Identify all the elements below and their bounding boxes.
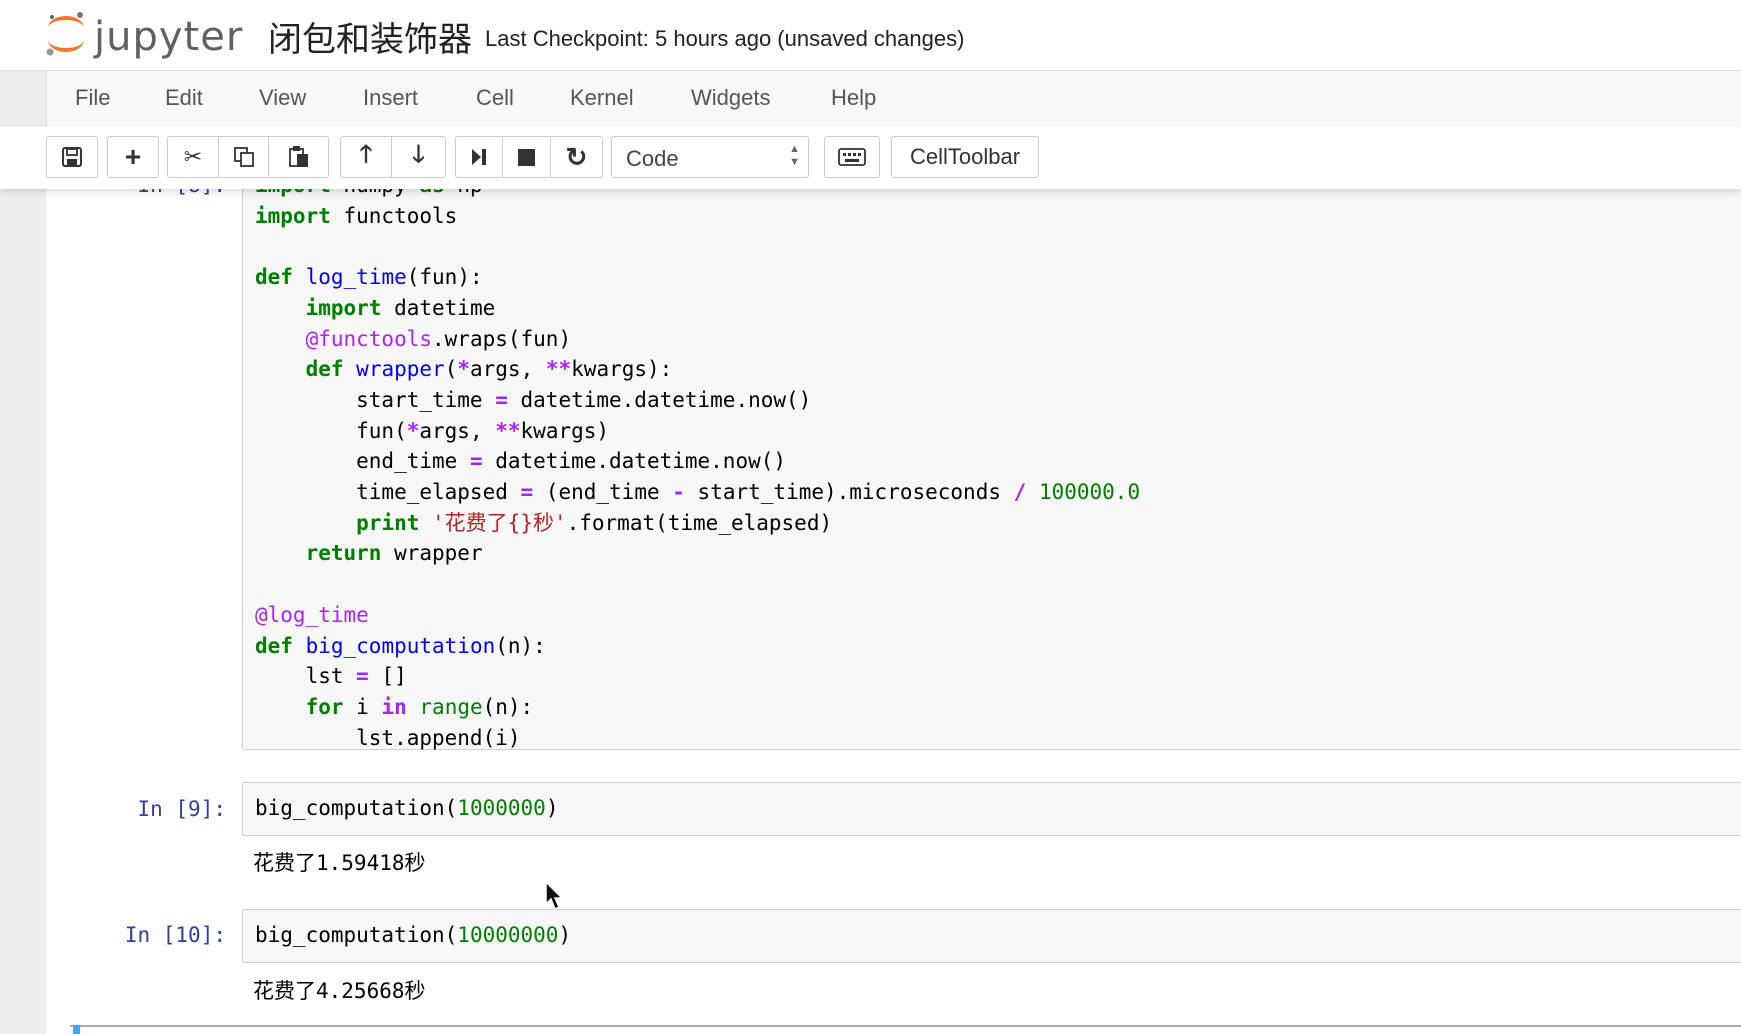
menu-kernel[interactable]: Kernel [570,85,634,111]
menu-edit[interactable]: Edit [165,85,203,111]
menu-widgets[interactable]: Widgets [691,85,770,111]
code-cell-9[interactable]: big_computation(1000000) [242,782,1741,836]
save-button[interactable] [46,136,98,178]
interrupt-button[interactable] [503,136,551,178]
checkpoint-status: Last Checkpoint: 5 hours ago (unsaved ch… [485,26,965,51]
code-block-9[interactable]: big_computation(1000000) [243,783,1741,823]
code-block-decorator[interactable]: import numpy as np import functools def … [243,189,1741,753]
celltoolbar-button[interactable]: CellToolbar [891,136,1039,178]
notebook-name[interactable]: 闭包和装饰器 [268,12,472,61]
menubar: File Edit View Insert Cell Kernel Widget… [46,70,1741,128]
restart-icon: ↻ [565,141,588,172]
menu-cell[interactable]: Cell [476,85,514,111]
cell-prompt-10: In [10]: [124,923,226,947]
run-icon [472,149,486,165]
menu-help[interactable]: Help [831,85,876,111]
arrow-down-icon: 🡓 [412,140,425,168]
cell-output-9: 花费了1.59418秒 [253,851,426,875]
plus-icon: + [124,141,142,172]
select-arrows-icon: ▲ ▼ [789,143,800,168]
cut-icon: ✂ [183,144,203,169]
code-block-10[interactable]: big_computation(10000000) [243,910,1741,950]
menu-insert[interactable]: Insert [363,85,418,111]
arrow-up-icon: 🡑 [359,140,373,168]
cut-button[interactable]: ✂ [167,136,219,178]
toolbar: + ✂ 🡑 🡓 ↻ Code ▲ ▼ CellToolbar [0,127,1741,189]
keyboard-icon [838,148,866,166]
save-icon [62,147,82,167]
restart-button[interactable]: ↻ [551,136,603,178]
stop-icon [518,148,535,166]
logo-text: jupyter [94,14,244,60]
paste-icon [288,146,308,167]
menu-view[interactable]: View [259,85,306,111]
move-down-button[interactable]: 🡓 [392,136,446,178]
header: jupyter 闭包和装饰器 Last Checkpoint: 5 hours … [0,0,1741,71]
notebook-container: In [8]: import numpy as np import functo… [46,189,1741,1034]
paste-button[interactable] [269,136,329,178]
cell-prompt-partial: In [8]: [46,189,226,197]
cell-prompt-9: In [9]: [137,797,226,821]
copy-button[interactable] [219,136,269,178]
cell-output-10: 花费了4.25668秒 [253,979,426,1003]
move-up-button[interactable]: 🡑 [340,136,392,178]
cell-type-value: Code [626,146,679,171]
code-cell-decorator[interactable]: import numpy as np import functools def … [242,189,1741,750]
jupyter-logo-icon [46,12,84,56]
insert-cell-button[interactable]: + [107,136,159,178]
next-cell-border [70,1025,1741,1034]
copy-icon [233,147,254,167]
cell-type-select[interactable]: Code ▲ ▼ [611,136,809,178]
mouse-cursor-icon [545,880,564,911]
code-cell-10[interactable]: big_computation(10000000) [242,909,1741,963]
run-button[interactable] [455,136,503,178]
command-palette-button[interactable] [824,136,880,178]
jupyter-logo[interactable]: jupyter [44,8,244,60]
menu-file[interactable]: File [75,85,110,111]
selected-cell-indicator [73,1025,80,1034]
